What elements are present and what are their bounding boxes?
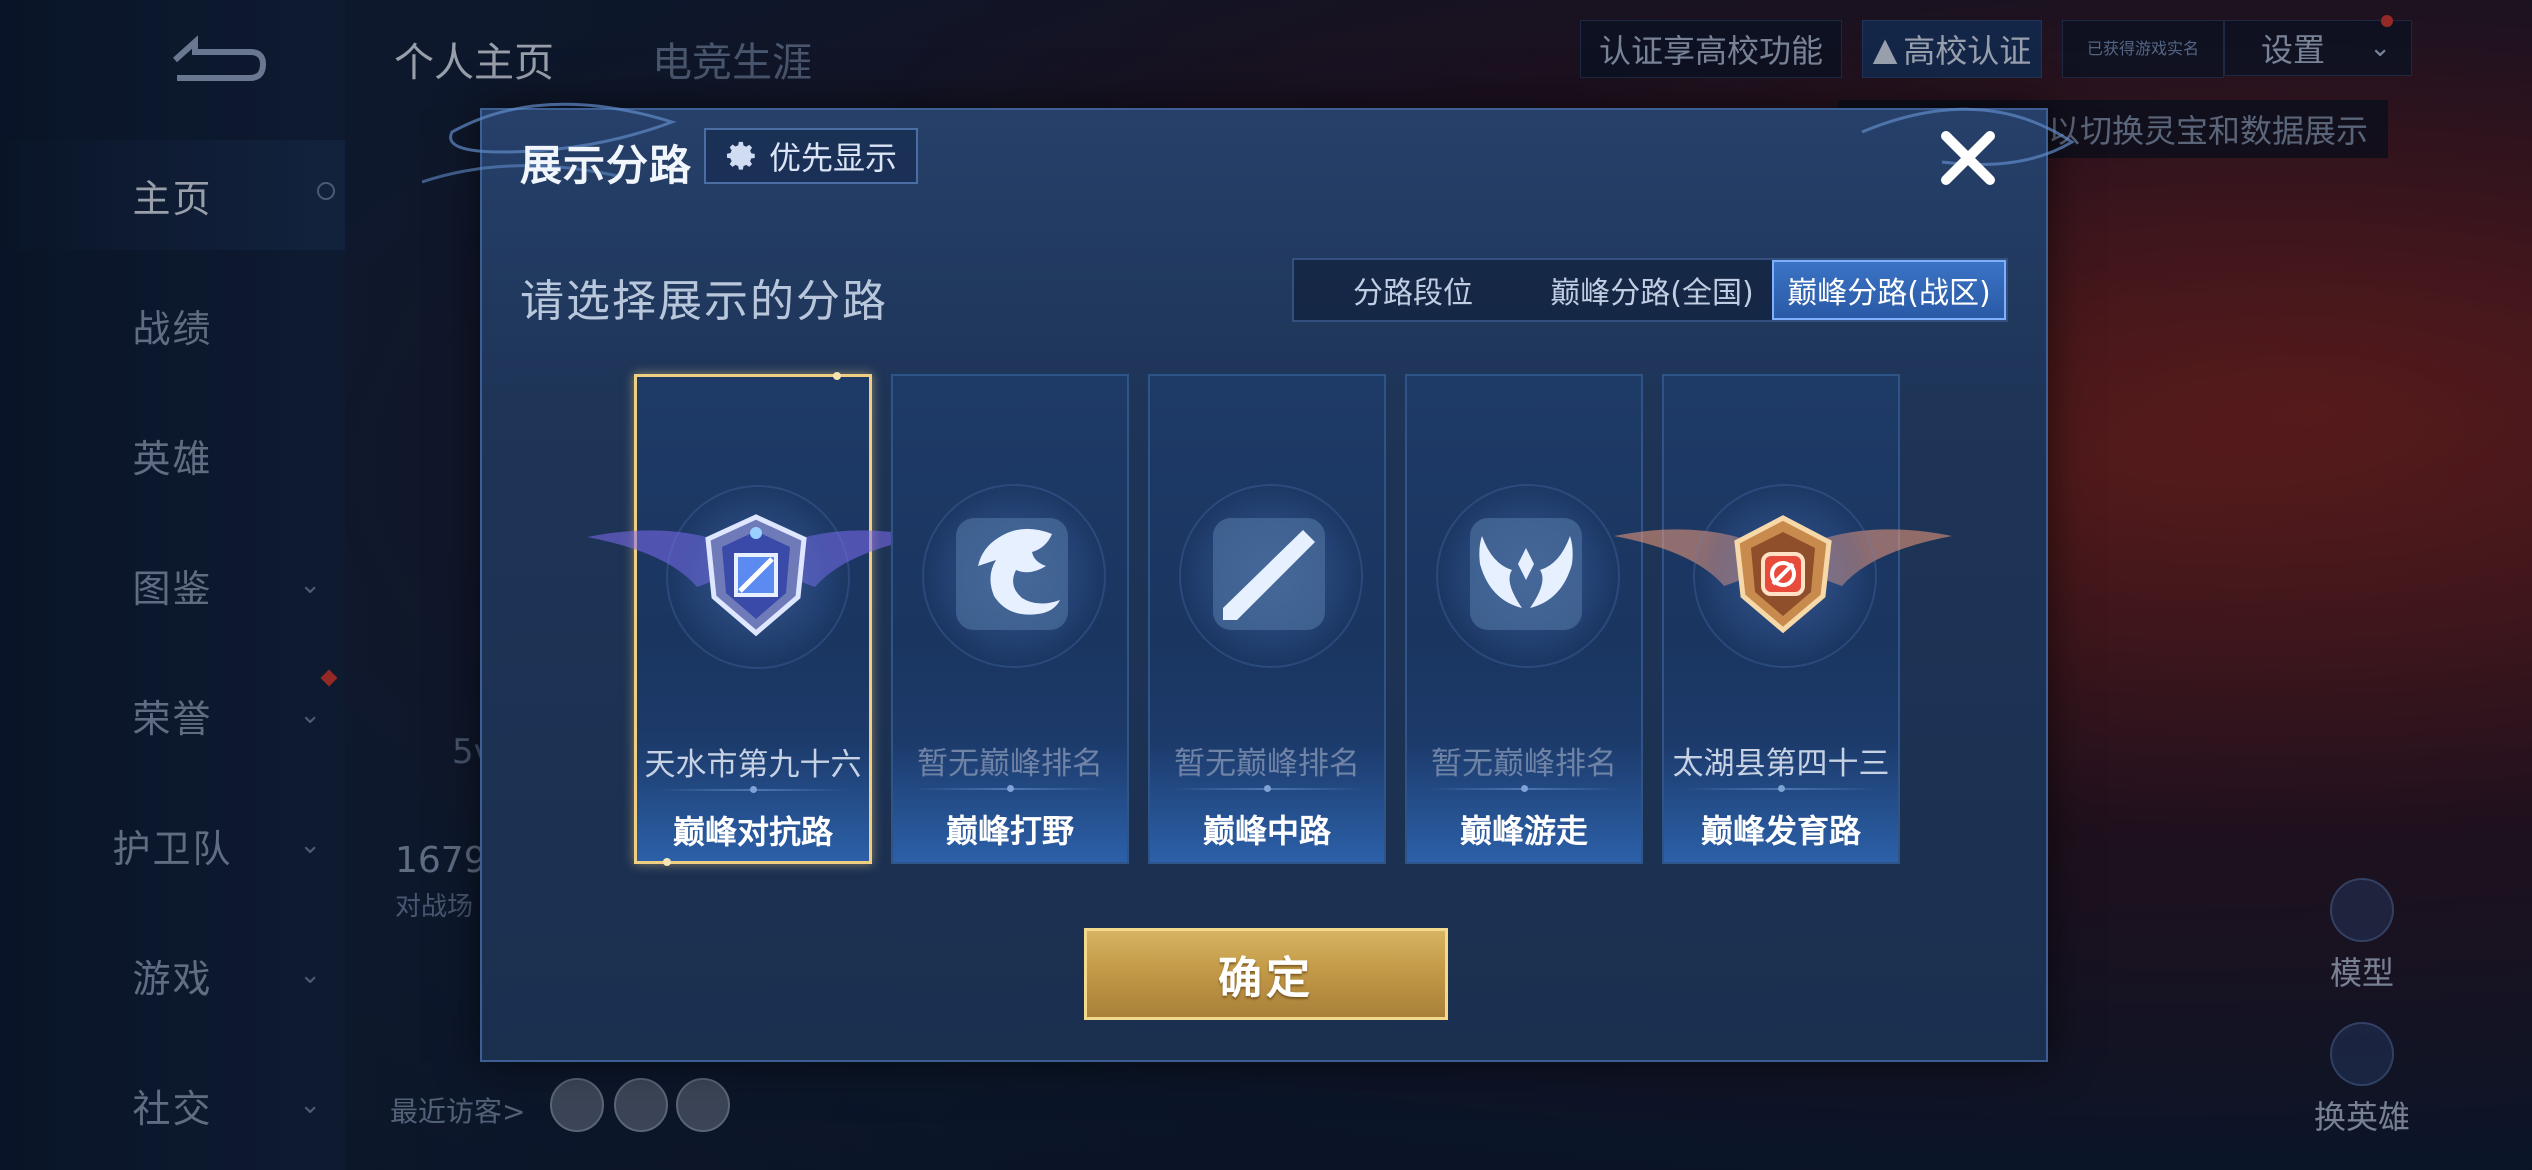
close-icon[interactable] bbox=[1932, 122, 2004, 194]
route-card-jungle[interactable]: 暂无巅峰排名 巅峰打野 bbox=[891, 374, 1129, 864]
route-card-mid[interactable]: 暂无巅峰排名 巅峰中路 bbox=[1148, 374, 1386, 864]
priority-display-label: 优先显示 bbox=[768, 139, 897, 177]
dialog-subtitle: 请选择展示的分路 bbox=[520, 276, 888, 327]
route-tabs: 分路段位 巅峰分路(全国) 巅峰分路(战区) bbox=[1292, 258, 2008, 322]
region-rank-text: 暂无巅峰排名 bbox=[917, 746, 1103, 782]
route-name: 巅峰对抗路 bbox=[672, 813, 833, 851]
route-card-list: 天水市第九十六 巅峰对抗路 暂无巅峰排名 巅峰打野 暂无巅峰排名 巅峰中路 暂无… bbox=[587, 372, 1952, 866]
route-card-roam[interactable]: 暂无巅峰排名 巅峰游走 bbox=[1405, 374, 1643, 864]
gear-icon bbox=[726, 141, 755, 170]
tab-route-rank[interactable]: 分路段位 bbox=[1294, 260, 1532, 320]
route-display-dialog: 展示分路 优先显示 请选择展示的分路 分路段位 巅峰分路(全国) 巅峰分路(战区… bbox=[422, 102, 2075, 1062]
divider bbox=[1684, 785, 1878, 792]
priority-display-button[interactable]: 优先显示 bbox=[704, 128, 918, 184]
route-name: 巅峰发育路 bbox=[1700, 812, 1861, 850]
route-name: 巅峰打野 bbox=[945, 812, 1074, 850]
region-rank-text: 暂无巅峰排名 bbox=[1174, 746, 1360, 782]
roam-wings-icon bbox=[1470, 518, 1582, 630]
route-name: 巅峰游走 bbox=[1459, 812, 1588, 850]
clash-lane-emblem-icon bbox=[705, 514, 807, 637]
region-rank-text: 太湖县第四十三 bbox=[1672, 746, 1890, 782]
divider bbox=[913, 785, 1107, 792]
confirm-button[interactable]: 确定 bbox=[1084, 928, 1448, 1020]
region-rank-text: 暂无巅峰排名 bbox=[1431, 746, 1617, 782]
jungle-dragon-icon bbox=[956, 518, 1068, 630]
divider bbox=[657, 786, 849, 793]
route-card-clash[interactable]: 天水市第九十六 巅峰对抗路 bbox=[587, 372, 925, 866]
tab-peak-national[interactable]: 巅峰分路(全国) bbox=[1532, 260, 1772, 320]
dialog-title: 展示分路 bbox=[520, 141, 693, 190]
divider bbox=[1427, 785, 1621, 792]
farm-lane-emblem-icon bbox=[1734, 515, 1832, 634]
divider bbox=[1170, 785, 1364, 792]
route-card-farm[interactable]: 太湖县第四十三 巅峰发育路 bbox=[1614, 374, 1952, 864]
mid-lane-slash-icon bbox=[1213, 518, 1325, 630]
corner-dot-icon bbox=[663, 858, 671, 866]
region-rank-text: 天水市第九十六 bbox=[644, 747, 862, 783]
route-name: 巅峰中路 bbox=[1202, 812, 1331, 850]
corner-dot-icon bbox=[833, 372, 841, 380]
tab-peak-region[interactable]: 巅峰分路(战区) bbox=[1772, 260, 2006, 320]
